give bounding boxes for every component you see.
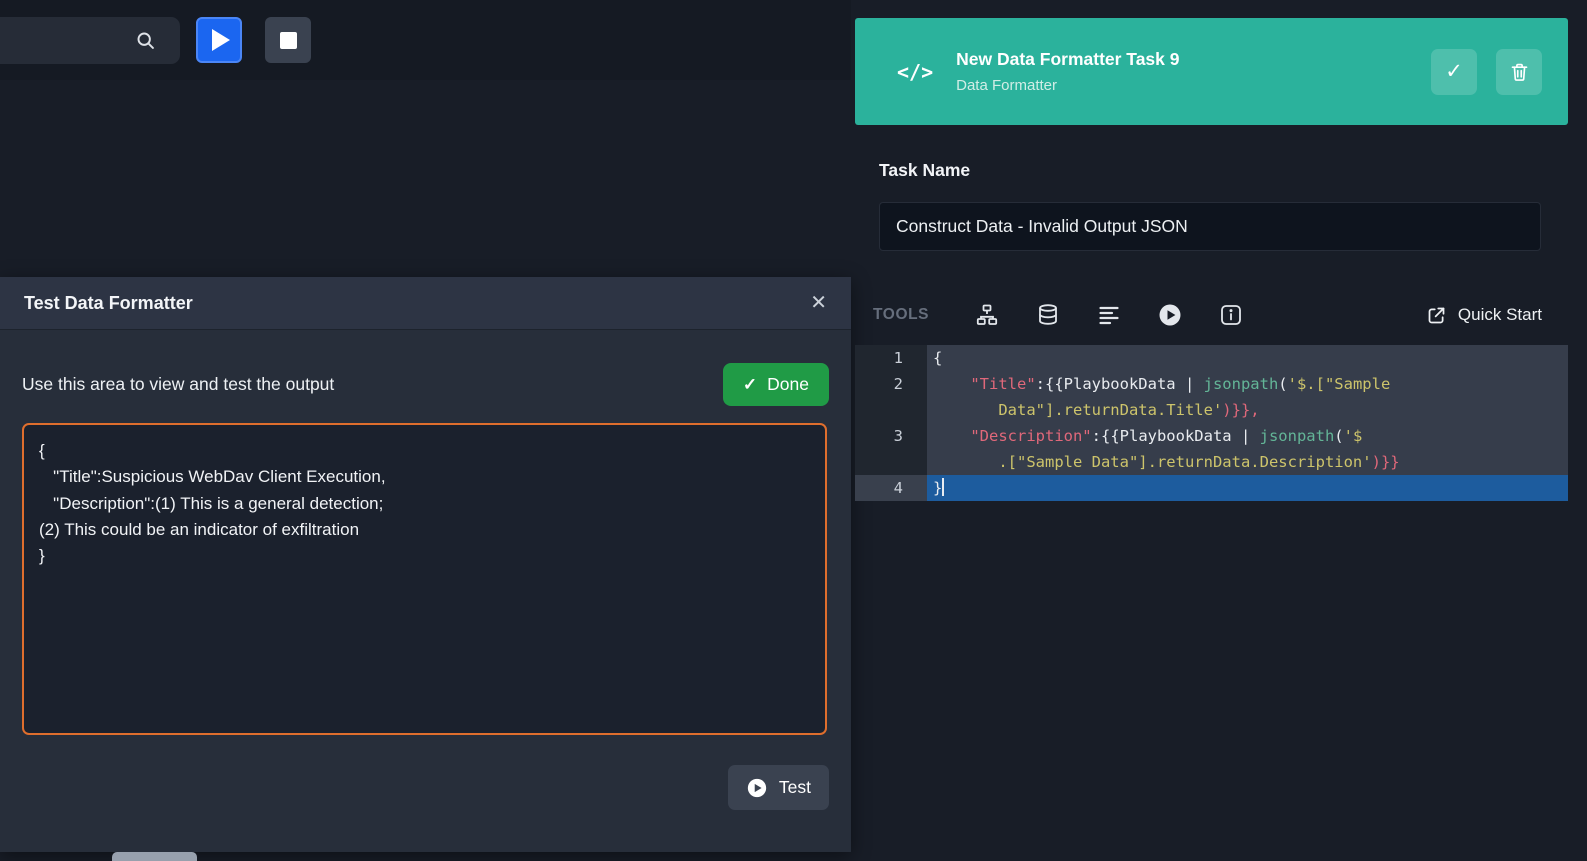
done-label: Done [767,374,809,395]
line-number: 1 [855,345,927,371]
tools-row: TOOLS [855,290,1568,340]
search-icon [135,30,156,51]
code-line[interactable]: { [927,345,1568,371]
code-line[interactable]: Data"].returnData.Title')}}, [927,397,1568,423]
code-rows: 1{2 "Title":{{PlaybookData | jsonpath('$… [855,345,1568,501]
done-button[interactable]: ✓ Done [723,363,829,406]
quick-start-button[interactable]: Quick Start [1426,305,1542,326]
stop-playbook-button[interactable] [265,17,311,63]
test-label: Test [779,777,811,798]
play-circle-icon [746,777,768,799]
line-number: 3 [855,423,927,449]
test-data-formatter-dialog: Test Data Formatter ✕ Use this area to v… [0,277,851,852]
tools-database-button[interactable] [1036,303,1060,327]
line-number [855,449,927,475]
hierarchy-icon [975,303,999,327]
dialog-body: Use this area to view and test the outpu… [0,363,851,810]
align-left-icon [1097,303,1121,327]
tools-run-button[interactable] [1158,303,1182,327]
check-icon: ✓ [743,375,757,395]
tools-hierarchy-button[interactable] [975,303,999,327]
output-textarea[interactable]: { "Title":Suspicious WebDav Client Execu… [22,423,827,735]
play-circle-icon [1158,303,1182,327]
task-subtitle: Data Formatter [956,77,1179,94]
code-line[interactable]: "Description":{{PlaybookData | jsonpath(… [927,423,1568,449]
dialog-title: Test Data Formatter [24,293,193,314]
instruction-text: Use this area to view and test the outpu… [22,374,334,395]
delete-task-button[interactable] [1496,49,1542,95]
task-header: </> New Data Formatter Task 9 Data Forma… [855,18,1568,125]
task-title: New Data Formatter Task 9 [956,49,1179,70]
task-name-label: Task Name [879,160,970,181]
code-row: 1{ [855,345,1568,371]
code-row: .["Sample Data"].returnData.Description'… [855,449,1568,475]
code-row: 4} [855,475,1568,501]
trash-icon [1509,61,1530,83]
code-icon: </> [897,60,933,84]
run-playbook-button[interactable] [196,17,242,63]
stop-icon [280,32,297,49]
quick-start-label: Quick Start [1458,305,1542,325]
external-link-icon [1426,305,1447,326]
database-icon [1036,303,1060,327]
line-number [855,397,927,423]
tools-label: TOOLS [873,306,929,324]
line-number: 4 [855,475,927,501]
code-line[interactable]: } [927,475,1568,501]
text-cursor [942,478,944,496]
line-number: 2 [855,371,927,397]
test-button[interactable]: Test [728,765,829,810]
code-row: 2 "Title":{{PlaybookData | jsonpath('$.[… [855,371,1568,397]
code-line[interactable]: "Title":{{PlaybookData | jsonpath('$.["S… [927,371,1568,397]
play-icon [212,29,230,51]
search-box[interactable] [0,17,180,64]
info-icon [1219,303,1243,327]
tools-align-left-button[interactable] [1097,303,1121,327]
code-editor[interactable]: 1{2 "Title":{{PlaybookData | jsonpath('$… [855,345,1568,501]
tools-info-button[interactable] [1219,303,1243,327]
check-icon: ✓ [1445,59,1463,84]
code-line[interactable]: .["Sample Data"].returnData.Description'… [927,449,1568,475]
code-row: Data"].returnData.Title')}}, [855,397,1568,423]
close-icon[interactable]: ✕ [810,293,827,313]
dialog-header: Test Data Formatter ✕ [0,277,851,330]
code-row: 3 "Description":{{PlaybookData | jsonpat… [855,423,1568,449]
confirm-task-button[interactable]: ✓ [1431,49,1477,95]
task-name-input[interactable] [879,202,1541,251]
